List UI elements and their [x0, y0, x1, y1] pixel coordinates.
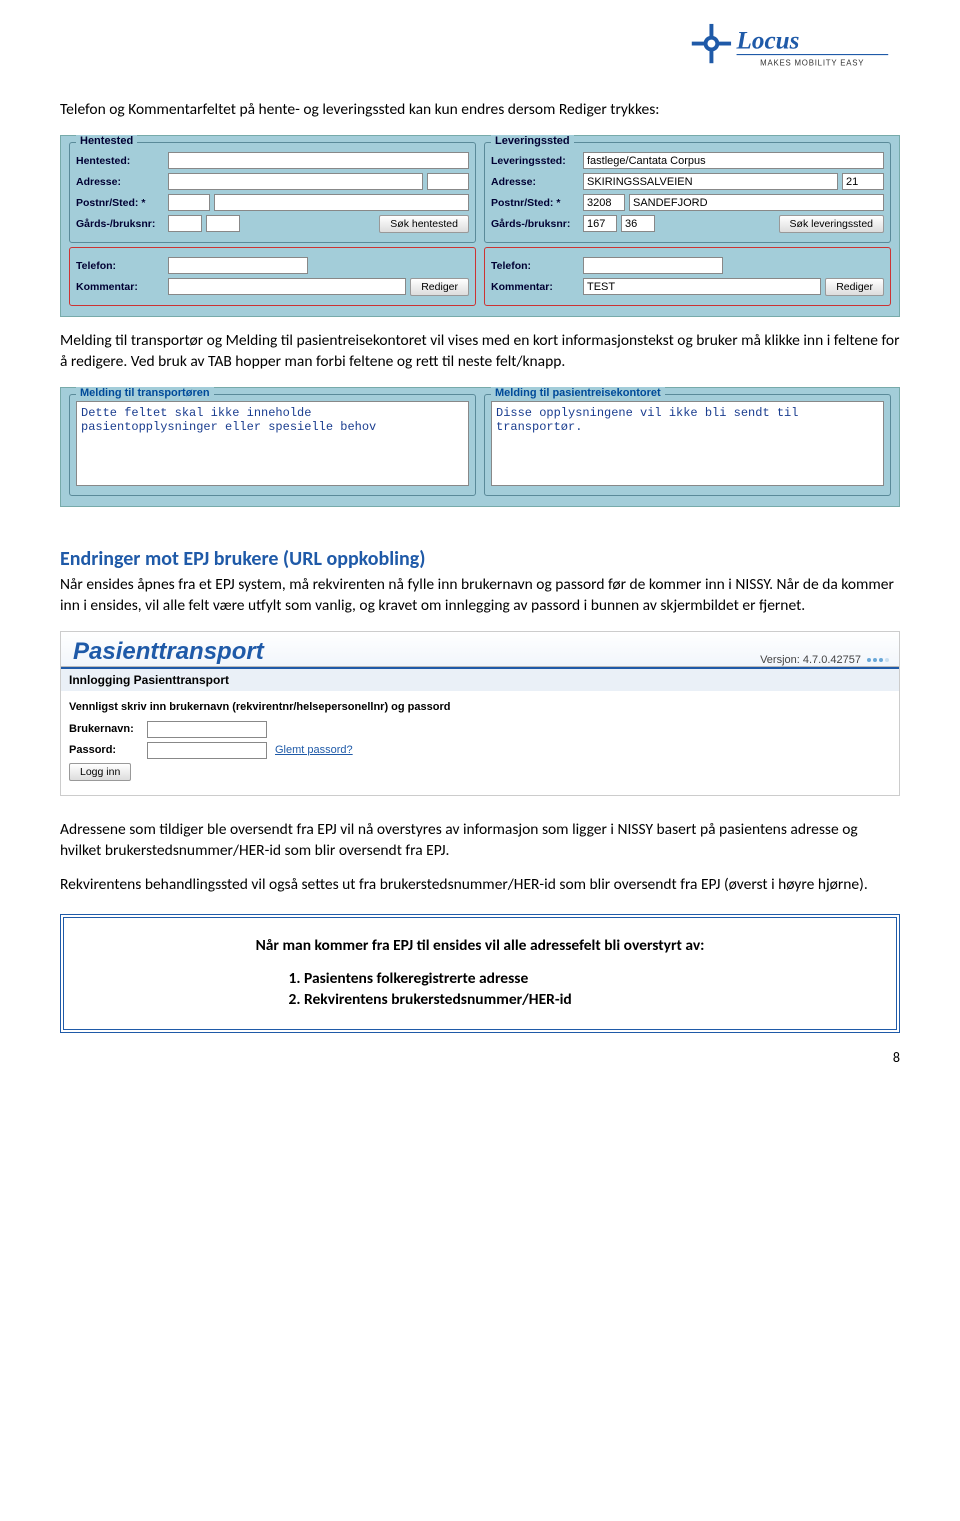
- gards2-input[interactable]: [206, 215, 240, 232]
- kommentar-input[interactable]: [168, 278, 406, 295]
- dots-icon: [867, 658, 889, 662]
- brukernavn-label: Brukernavn:: [69, 723, 139, 735]
- address-panel: Hentested Hentested: Adresse: Postnr/Ste…: [60, 135, 900, 317]
- sted-input-r[interactable]: [629, 194, 884, 211]
- adresse-label: Adresse:: [76, 176, 164, 188]
- sok-hentested-button[interactable]: Søk hentested: [379, 215, 469, 233]
- adresse-input[interactable]: [168, 173, 423, 190]
- postnr-label: Postnr/Sted: *: [76, 197, 164, 209]
- kommentar-label: Kommentar:: [76, 281, 164, 293]
- sted-input[interactable]: [214, 194, 469, 211]
- hentested-input[interactable]: [168, 152, 469, 169]
- rediger-button-right[interactable]: Rediger: [825, 278, 884, 296]
- sok-leveringssted-button[interactable]: Søk leveringssted: [779, 215, 884, 233]
- hentested-legend: Hentested: [76, 135, 137, 147]
- adresse-input-r[interactable]: [583, 173, 838, 190]
- glemt-passord-link[interactable]: Glemt passord?: [275, 744, 353, 756]
- melding-transportor-fieldset: Melding til transportøren: [69, 394, 476, 496]
- leveringssted-label: Leveringssted:: [491, 155, 579, 167]
- adresse-label-r: Adresse:: [491, 176, 579, 188]
- adresse2-input-r[interactable]: [842, 173, 884, 190]
- brukernavn-input[interactable]: [147, 721, 267, 738]
- leveringssted-input[interactable]: [583, 152, 884, 169]
- version-text: Versjon: 4.7.0.42757: [760, 654, 861, 666]
- heading-epj: Endringer mot EPJ brukere (URL oppkoblin…: [60, 547, 900, 571]
- app-title: Pasienttransport: [67, 638, 264, 666]
- logg-inn-button[interactable]: Logg inn: [69, 763, 131, 781]
- leveringssted-fieldset: Leveringssted Leveringssted: Adresse: Po…: [484, 142, 891, 243]
- leveringssted-legend: Leveringssted: [491, 135, 574, 147]
- kommentar-label-r: Kommentar:: [491, 281, 579, 293]
- paragraph-5: Rekvirentens behandlingssted vil også se…: [60, 875, 900, 896]
- box-line: Når man kommer fra EPJ til ensides vil a…: [94, 936, 866, 955]
- melding-pasientreise-fieldset: Melding til pasientreisekontoret: [484, 394, 891, 496]
- adresse2-input[interactable]: [427, 173, 469, 190]
- melding-pasientreise-legend: Melding til pasientreisekontoret: [491, 387, 665, 399]
- gards-label-r: Gårds-/bruksnr:: [491, 218, 579, 230]
- paragraph-intro: Telefon og Kommentarfeltet på hente- og …: [60, 100, 900, 121]
- login-instruction: Vennligst skriv inn brukernavn (rekviren…: [69, 701, 891, 713]
- login-screenshot: Pasienttransport Versjon: 4.7.0.42757 In…: [60, 631, 900, 796]
- telefon-label: Telefon:: [76, 260, 164, 272]
- rediger-button-left[interactable]: Rediger: [410, 278, 469, 296]
- logo-word: Locus: [736, 27, 800, 54]
- passord-label: Passord:: [69, 744, 139, 756]
- box-item-1: Pasientens folkeregistrerte adresse: [304, 969, 866, 988]
- login-heading: Innlogging Pasienttransport: [61, 667, 899, 691]
- gards1-input[interactable]: [168, 215, 202, 232]
- logo-tagline: MAKES MOBILITY EASY: [760, 59, 864, 68]
- passord-input[interactable]: [147, 742, 267, 759]
- postnr-input[interactable]: [168, 194, 210, 211]
- messages-panel: Melding til transportøren Melding til pa…: [60, 387, 900, 507]
- melding-transportor-legend: Melding til transportøren: [76, 387, 214, 399]
- box-item-2: Rekvirentens brukerstedsnummer/HER-id: [304, 990, 866, 1009]
- paragraph-3: Når ensides åpnes fra et EPJ system, må …: [60, 575, 900, 617]
- override-info-box: Når man kommer fra EPJ til ensides vil a…: [60, 914, 900, 1033]
- gards2-input-r[interactable]: [621, 215, 655, 232]
- postnr-label-r: Postnr/Sted: *: [491, 197, 579, 209]
- leveringssted-contact-fieldset: Telefon: Kommentar: Rediger: [484, 247, 891, 306]
- telefon-input[interactable]: [168, 257, 308, 274]
- page-number: 8: [60, 1049, 900, 1066]
- telefon-label-r: Telefon:: [491, 260, 579, 272]
- hentested-contact-fieldset: Telefon: Kommentar: Rediger: [69, 247, 476, 306]
- gards-label: Gårds-/bruksnr:: [76, 218, 164, 230]
- paragraph-4: Adressene som tildiger ble oversendt fra…: [60, 820, 900, 862]
- logo: Locus MAKES MOBILITY EASY: [60, 20, 900, 80]
- paragraph-2: Melding til transportør og Melding til p…: [60, 331, 900, 373]
- melding-transportor-textarea[interactable]: [76, 401, 469, 486]
- gards1-input-r[interactable]: [583, 215, 617, 232]
- telefon-input-r[interactable]: [583, 257, 723, 274]
- melding-pasientreise-textarea[interactable]: [491, 401, 884, 486]
- postnr-input-r[interactable]: [583, 194, 625, 211]
- kommentar-input-r[interactable]: [583, 278, 821, 295]
- hentested-label: Hentested:: [76, 155, 164, 167]
- hentested-fieldset: Hentested Hentested: Adresse: Postnr/Ste…: [69, 142, 476, 243]
